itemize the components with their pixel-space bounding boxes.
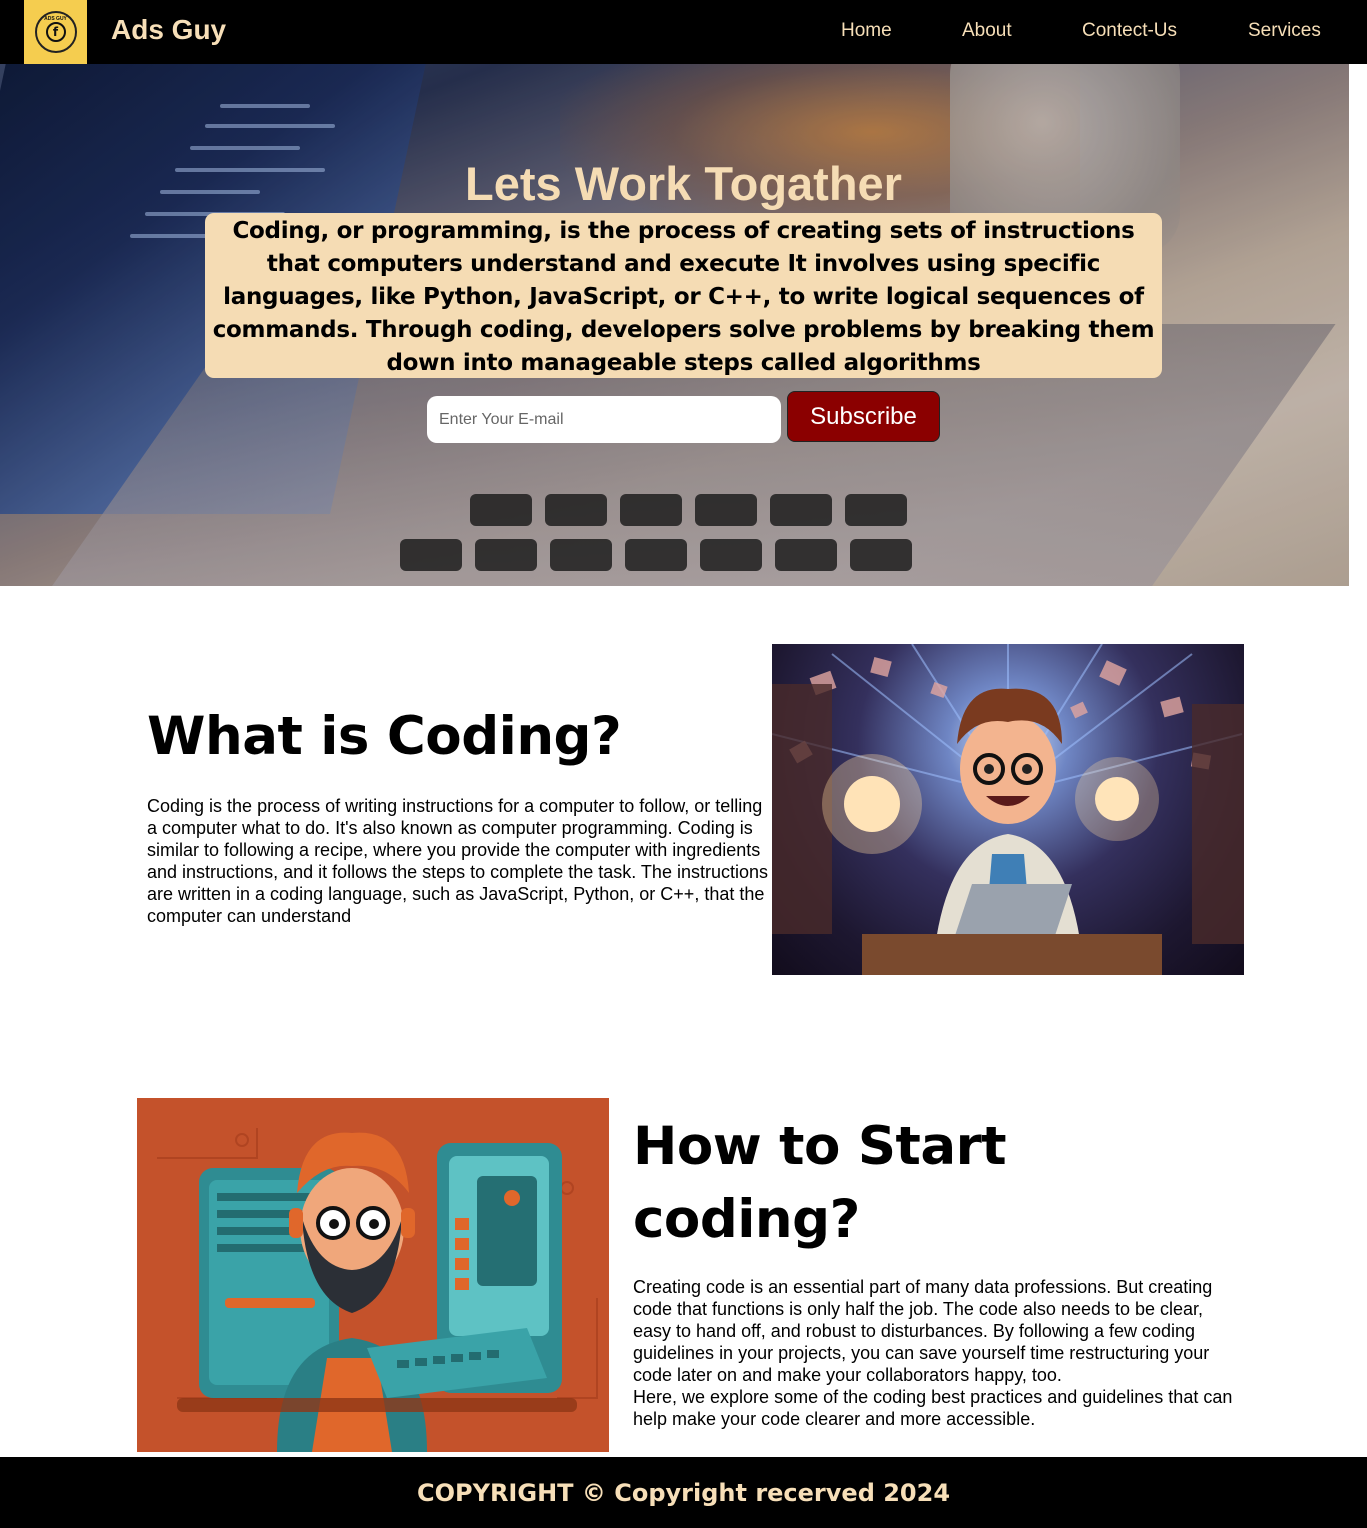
how-to-start-paragraph-2: Here, we explore some of the coding best…	[633, 1387, 1233, 1429]
facebook-icon: f	[45, 22, 66, 42]
how-to-start-text: Creating code is an essential part of ma…	[633, 1276, 1233, 1430]
hero-description: Coding, or programming, is the process o…	[205, 213, 1162, 378]
logo-text: ADS GUY	[44, 16, 67, 22]
how-to-start-title: How to Start coding?	[633, 1116, 1007, 1250]
how-to-start-paragraph-1: Creating code is an essential part of ma…	[633, 1277, 1213, 1385]
nav-home-link[interactable]: Home	[841, 20, 892, 42]
top-navbar: ADS GUY f Ads Guy Home About Contect-Us …	[0, 0, 1367, 64]
coder-illustration-graphic	[772, 644, 1244, 975]
bearded-coder-illustration-graphic	[137, 1098, 609, 1452]
what-is-coding-title: What is Coding?	[147, 706, 622, 767]
nav-contact-link[interactable]: Contect-Us	[1082, 20, 1177, 42]
nav-about-link[interactable]: About	[962, 20, 1012, 42]
hero-section: Lets Work Togather Coding, or programmin…	[0, 64, 1349, 586]
bearded-coder-illustration-image	[137, 1098, 609, 1452]
subscribe-button[interactable]: Subscribe	[787, 391, 940, 442]
hero-title: Lets Work Togather	[465, 157, 902, 210]
logo-badge: ADS GUY f	[34, 11, 77, 53]
email-input[interactable]	[427, 396, 781, 443]
what-is-coding-text: Coding is the process of writing instruc…	[147, 796, 768, 926]
copyright-text: COPYRIGHT © Copyright recerved 2024	[416, 1478, 951, 1507]
page: ADS GUY f Ads Guy Home About Contect-Us …	[0, 0, 1367, 1528]
footer: COPYRIGHT © Copyright recerved 2024	[0, 1457, 1367, 1528]
nav-services-link[interactable]: Services	[1248, 20, 1321, 42]
brand-name[interactable]: Ads Guy	[111, 14, 226, 46]
coder-illustration-image	[772, 644, 1244, 975]
logo[interactable]: ADS GUY f	[24, 0, 87, 64]
